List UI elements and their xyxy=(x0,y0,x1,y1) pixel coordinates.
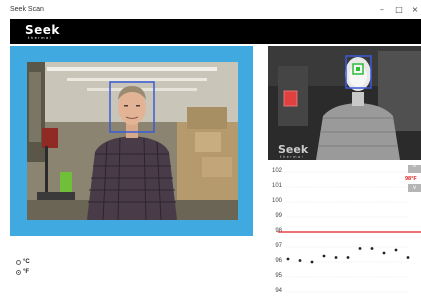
threshold-readout: 98°F xyxy=(405,176,417,182)
camera-feed xyxy=(27,62,238,220)
temperature-reading-point xyxy=(334,256,338,259)
temperature-reading-point xyxy=(322,254,326,258)
temperature-reading-point xyxy=(394,248,398,252)
fahrenheit-radio[interactable] xyxy=(16,270,21,275)
threshold-down-button[interactable]: v xyxy=(408,184,421,192)
hot-object-marker xyxy=(283,90,298,107)
title-bar: Seek Scan – □ × xyxy=(0,0,421,19)
close-button[interactable]: × xyxy=(407,4,421,16)
fahrenheit-label: °F xyxy=(23,269,30,275)
thermal-logo-subtext: thermal xyxy=(280,155,304,159)
celsius-radio[interactable] xyxy=(16,260,21,265)
threshold-up-button[interactable]: ^ xyxy=(408,165,421,173)
temperature-graph: 102 101 100 99 98 97 96 95 94 ^ 98°F v xyxy=(268,162,421,299)
thermal-image: Seek thermal xyxy=(268,46,421,160)
temperature-reading-point xyxy=(286,257,290,261)
maximize-button[interactable]: □ xyxy=(391,4,407,16)
temperature-reading-point xyxy=(370,247,374,250)
camera-panel xyxy=(10,46,253,236)
window-title: Seek Scan xyxy=(10,6,44,13)
minimize-button[interactable]: – xyxy=(374,4,390,16)
temperature-reading-point xyxy=(382,251,386,255)
graph-plot xyxy=(278,171,421,293)
logo-subtext: thermal xyxy=(28,36,53,40)
temperature-reading-point xyxy=(310,260,314,264)
seek-logo: Seek thermal xyxy=(25,23,65,41)
app-window: Seek Scan – □ × Seek thermal Seek therma… xyxy=(0,0,421,299)
temperature-reading-point xyxy=(346,256,350,259)
temperature-reading-point xyxy=(406,256,410,259)
logo-text: Seek xyxy=(25,23,60,37)
thermal-view: Seek thermal xyxy=(268,46,421,160)
temperature-reading-point xyxy=(298,259,302,262)
celsius-label: °C xyxy=(23,259,30,265)
camera-image xyxy=(27,62,238,220)
temperature-reading-point xyxy=(358,247,362,250)
brand-header: Seek thermal xyxy=(10,19,421,44)
